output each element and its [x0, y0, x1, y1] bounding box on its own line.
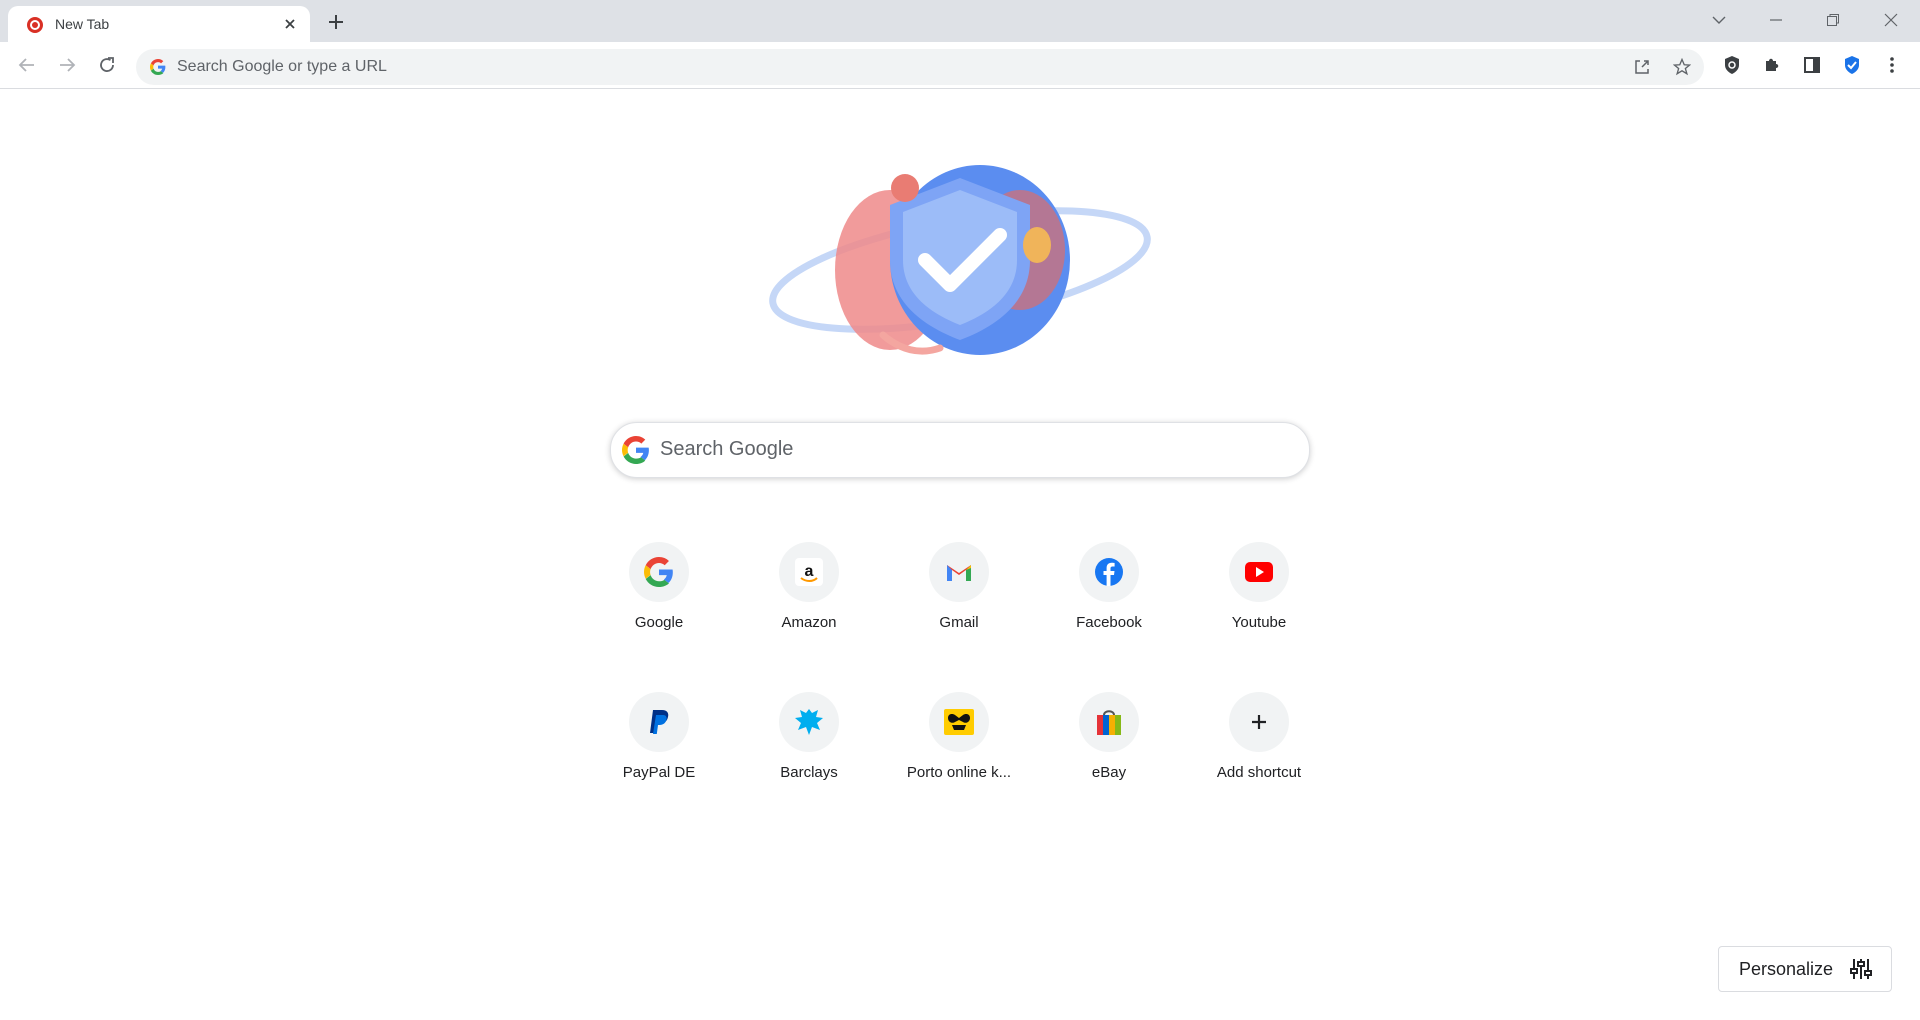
restore-button[interactable]: [1810, 6, 1856, 34]
shortcut-label: PayPal DE: [622, 764, 696, 781]
shortcut-gmail[interactable]: Gmail: [903, 534, 1015, 646]
reload-icon: [100, 57, 114, 72]
shortcut-label: Facebook: [1076, 614, 1142, 631]
barclays-icon: [795, 709, 823, 735]
tab-strip: New Tab: [0, 0, 1920, 42]
facebook-icon: [1095, 558, 1123, 586]
google-icon: [644, 557, 673, 587]
personalize-button[interactable]: Personalize: [1718, 946, 1892, 992]
shortcut-label: Barclays: [780, 764, 838, 781]
shortcut-label: Gmail: [939, 614, 979, 631]
arrow-left-icon: [18, 58, 34, 72]
google-icon: [150, 59, 166, 75]
reload-button[interactable]: [93, 51, 121, 79]
gmail-icon: [947, 565, 971, 581]
security-shield-illustration: [769, 165, 1151, 355]
shortcut-porto-online[interactable]: Porto online k...: [903, 684, 1015, 796]
shortcut-icon-circle: [629, 542, 689, 602]
personalize-label: Personalize: [1739, 959, 1834, 979]
forward-button[interactable]: [53, 51, 81, 79]
shortcut-label: Google: [634, 614, 684, 631]
shortcut-label: Amazon: [781, 614, 837, 631]
add-shortcut-button[interactable]: Add shortcut: [1203, 684, 1315, 796]
side-panel-icon[interactable]: [1798, 51, 1826, 79]
shortcut-label: Youtube: [1231, 614, 1287, 631]
omnibox-placeholder: Search Google or type a URL: [177, 58, 387, 75]
minimize-icon: [1770, 19, 1782, 21]
extension-shield-icon[interactable]: [1718, 51, 1746, 79]
shortcut-youtube[interactable]: Youtube: [1203, 534, 1315, 646]
tab-favicon-icon: [27, 17, 43, 33]
google-icon: [622, 436, 649, 464]
shortcut-icon-circle: [1079, 692, 1139, 752]
deutsche-post-icon: [944, 709, 974, 735]
shortcut-icon-circle: [929, 542, 989, 602]
svg-text:a: a: [805, 563, 814, 580]
bitwarden-shield-icon[interactable]: [1838, 51, 1866, 79]
sliders-icon: [1850, 959, 1872, 979]
chevron-down-icon: [1712, 16, 1726, 24]
plus-icon: [1252, 715, 1266, 729]
youtube-icon: [1245, 562, 1273, 582]
shortcut-amazon[interactable]: a Amazon: [753, 534, 865, 646]
shortcut-icon-circle: [929, 692, 989, 752]
restore-icon: [1827, 14, 1839, 26]
puzzle-icon[interactable]: [1758, 51, 1786, 79]
omnibox[interactable]: Search Google or type a URL: [136, 49, 1704, 85]
back-button[interactable]: [13, 51, 41, 79]
shortcut-ebay[interactable]: eBay: [1053, 684, 1165, 796]
tab-search-button[interactable]: [1696, 6, 1742, 34]
amazon-icon: a: [795, 558, 823, 586]
new-tab-button[interactable]: [324, 10, 348, 34]
shortcut-facebook[interactable]: Facebook: [1053, 534, 1165, 646]
close-icon: [1884, 13, 1898, 27]
shortcut-paypal[interactable]: PayPal DE: [603, 684, 715, 796]
shortcut-barclays[interactable]: Barclays: [753, 684, 865, 796]
shortcut-label: Add shortcut: [1216, 764, 1302, 781]
shortcut-google[interactable]: Google: [603, 534, 715, 646]
shortcut-icon-circle: [1079, 542, 1139, 602]
shortcut-label: eBay: [1091, 764, 1127, 781]
search-box[interactable]: Search Google: [610, 422, 1310, 478]
toolbar: Search Google or type a URL: [0, 42, 1920, 89]
share-icon[interactable]: [1632, 57, 1652, 77]
shortcut-label: Porto online k...: [906, 764, 1012, 781]
shortcut-icon-circle: [779, 692, 839, 752]
shortcut-icon-circle: a: [779, 542, 839, 602]
shortcut-icon-circle: [629, 692, 689, 752]
bookmark-star-icon[interactable]: [1672, 57, 1692, 77]
ebay-icon: [1097, 710, 1121, 735]
tab-title: New Tab: [55, 16, 110, 32]
minimize-button[interactable]: [1753, 6, 1799, 34]
menu-kebab-icon[interactable]: [1878, 51, 1906, 79]
tab-new-tab[interactable]: New Tab: [8, 6, 310, 42]
shortcut-icon-circle: [1229, 542, 1289, 602]
arrow-right-icon: [60, 58, 76, 72]
paypal-icon: [650, 710, 669, 734]
close-tab-icon[interactable]: [280, 14, 300, 34]
shortcut-icon-circle: [1229, 692, 1289, 752]
close-window-button[interactable]: [1868, 6, 1914, 34]
search-placeholder: Search Google: [660, 438, 794, 460]
